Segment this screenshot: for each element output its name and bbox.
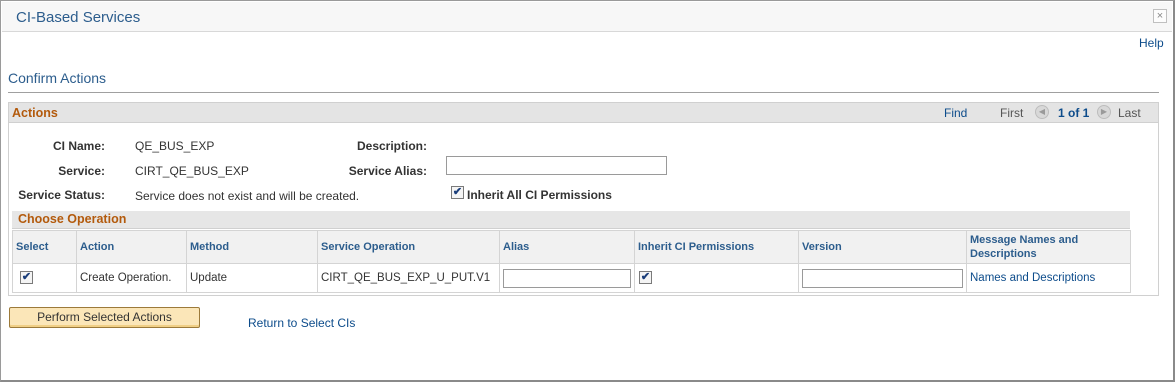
- service-alias-input[interactable]: [446, 156, 667, 175]
- names-and-descriptions-link[interactable]: Names and Descriptions: [970, 272, 1095, 284]
- actions-title: Actions: [12, 106, 58, 120]
- cell-version: [798, 263, 967, 293]
- choose-operation-header: Choose Operation: [12, 211, 1130, 229]
- actions-header: Actions Find First ◀ 1 of 1 ▶ Last: [9, 103, 1158, 123]
- service-status-value: Service does not exist and will be creat…: [135, 189, 360, 203]
- column-header-message-names: Message Names and Descriptions: [966, 230, 1131, 264]
- column-header-inherit: Inherit CI Permissions: [634, 230, 799, 264]
- description-label: Description:: [356, 139, 427, 153]
- column-header-method: Method: [186, 230, 318, 264]
- choose-operation-title: Choose Operation: [18, 212, 127, 226]
- service-alias-label: Service Alias:: [348, 164, 427, 178]
- modal-window: CI-Based Services × Help Confirm Actions…: [0, 0, 1175, 382]
- select-checkbox[interactable]: ✔: [20, 271, 33, 284]
- choose-operation-section: Choose Operation Select Action Method Se…: [12, 211, 1131, 293]
- modal-titlebar: CI-Based Services ×: [2, 2, 1172, 32]
- column-header-action: Action: [76, 230, 187, 264]
- service-value: CIRT_QE_BUS_EXP: [135, 164, 249, 178]
- cell-select: ✔: [12, 263, 77, 293]
- perform-selected-actions-button[interactable]: Perform Selected Actions: [9, 307, 200, 328]
- alias-input[interactable]: [503, 268, 631, 288]
- first-label: First: [1000, 106, 1024, 120]
- cell-alias: [499, 263, 635, 293]
- cell-inherit: ✔: [634, 263, 799, 293]
- inherit-checkbox[interactable]: ✔: [639, 271, 652, 284]
- modal-title: CI-Based Services: [16, 9, 141, 26]
- last-label: Last: [1118, 106, 1141, 120]
- ci-name-value: QE_BUS_EXP: [135, 139, 215, 153]
- service-status-label: Service Status:: [18, 188, 105, 202]
- row-counter: 1 of 1: [1058, 106, 1090, 120]
- page-title: Confirm Actions: [8, 70, 107, 86]
- service-label: Service:: [58, 164, 105, 178]
- table-header-row: Select Action Method Service Operation A…: [12, 230, 1131, 264]
- cell-method: Update: [186, 263, 318, 293]
- cell-message-names: Names and Descriptions: [966, 263, 1131, 293]
- next-arrow-icon[interactable]: ▶: [1097, 105, 1111, 119]
- column-header-alias: Alias: [499, 230, 635, 264]
- column-header-service-operation: Service Operation: [317, 230, 500, 264]
- inherit-all-checkbox[interactable]: ✔: [451, 186, 464, 199]
- column-header-version: Version: [798, 230, 967, 264]
- operations-table: Select Action Method Service Operation A…: [12, 230, 1131, 293]
- close-icon[interactable]: ×: [1153, 9, 1167, 23]
- previous-arrow-icon[interactable]: ◀: [1035, 105, 1049, 119]
- cell-service-operation: CIRT_QE_BUS_EXP_U_PUT.V1: [317, 263, 500, 293]
- title-divider: [8, 92, 1159, 93]
- column-header-select: Select: [12, 230, 77, 264]
- table-row: ✔ Create Operation. Update CIRT_QE_BUS_E…: [12, 263, 1131, 293]
- return-to-select-cis-link[interactable]: Return to Select CIs: [248, 316, 355, 330]
- inherit-all-label: Inherit All CI Permissions: [467, 188, 612, 202]
- cell-action: Create Operation.: [76, 263, 187, 293]
- version-input[interactable]: [802, 268, 963, 288]
- find-link[interactable]: Find: [944, 106, 967, 120]
- ci-name-label: CI Name:: [52, 139, 105, 153]
- help-link[interactable]: Help: [1139, 36, 1164, 50]
